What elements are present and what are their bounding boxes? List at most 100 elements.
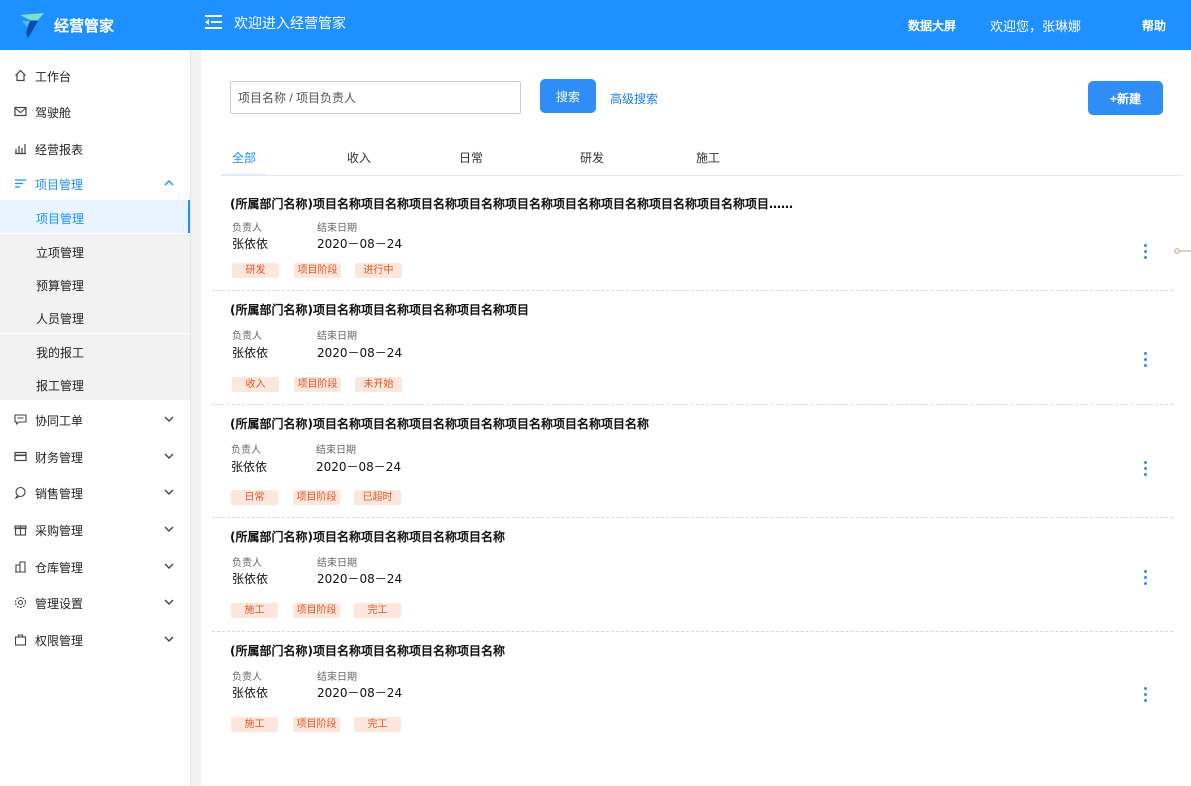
sidebar-subitem-my-reports[interactable]: 我的报工 xyxy=(0,334,190,367)
more-actions-icon[interactable] xyxy=(1142,352,1148,370)
page-welcome-title: 欢迎进入经营管家 xyxy=(234,16,346,32)
project-title[interactable]: (所属部门名称)项目名称项目名称项目名称项目名称 xyxy=(230,528,505,545)
status-tag: 进行中 xyxy=(355,263,402,278)
chevron-up-icon[interactable] xyxy=(163,178,175,188)
stage-tag: 项目阶段 xyxy=(294,377,341,392)
sidebar-item-label: 销售管理 xyxy=(35,487,84,501)
sidebar-item-workbench[interactable]: 工作台 xyxy=(0,58,190,92)
chevron-down-icon[interactable] xyxy=(163,451,175,461)
chevron-down-icon[interactable] xyxy=(163,597,175,607)
user-greeting[interactable]: 欢迎您，张琳娜 xyxy=(990,16,1081,35)
bar-chart-icon xyxy=(15,144,26,155)
chevron-down-icon[interactable] xyxy=(163,634,175,644)
category-tag: 施工 xyxy=(231,603,278,618)
sidebar-subitem-project-management[interactable]: 项目管理 xyxy=(0,200,190,233)
sidebar-item-label: 驾驶舱 xyxy=(35,106,72,120)
menu-collapse-icon[interactable] xyxy=(203,12,223,32)
owner-label: 负责人 xyxy=(232,672,262,683)
chat-icon xyxy=(14,486,26,499)
sidebar-subitem-budget[interactable]: 预算管理 xyxy=(0,267,190,300)
project-title[interactable]: (所属部门名称)项目名称项目名称项目名称项目名称项目名称项目名称项目名称 xyxy=(230,415,649,432)
sidebar-item-label: 经营报表 xyxy=(35,143,84,157)
top-header: 经营管家 欢迎进入经营管家 数据大屏 欢迎您，张琳娜 帮助 xyxy=(0,0,1191,50)
app-name: 经营管家 xyxy=(54,16,115,35)
end-date-value: 2020－08－24 xyxy=(317,346,403,360)
owner-value: 张依依 xyxy=(232,686,269,700)
new-project-button[interactable]: +新建 xyxy=(1088,81,1163,115)
end-date-value: 2020－08－24 xyxy=(317,237,403,251)
end-date-value: 2020－08－24 xyxy=(316,460,402,474)
sidebar-subitem-label: 报工管理 xyxy=(36,379,85,393)
sidebar-subitem-label: 人员管理 xyxy=(36,312,85,326)
sidebar-item-warehouse[interactable]: 仓库管理 xyxy=(0,549,190,583)
project-card[interactable]: (所属部门名称)项目名称项目名称项目名称项目名称 负责人 结束日期 张依依 20… xyxy=(212,518,1173,632)
sidebar-item-label: 财务管理 xyxy=(35,451,84,465)
chevron-down-icon[interactable] xyxy=(163,524,175,534)
search-button[interactable]: 搜索 xyxy=(540,79,596,113)
logo-icon xyxy=(20,13,44,38)
chevron-down-icon[interactable] xyxy=(163,561,175,571)
sidebar-subitem-label: 我的报工 xyxy=(36,346,85,360)
sidebar-item-label: 项目管理 xyxy=(35,178,84,192)
sidebar-subitem-project-initiation[interactable]: 立项管理 xyxy=(0,234,190,267)
more-actions-icon[interactable] xyxy=(1142,687,1148,705)
chevron-down-icon[interactable] xyxy=(163,487,175,497)
status-tag: 已超时 xyxy=(354,490,401,505)
tab-daily[interactable]: 日常 xyxy=(459,149,483,166)
end-date-label: 结束日期 xyxy=(316,445,356,456)
active-tab-indicator xyxy=(222,174,266,176)
more-actions-icon[interactable] xyxy=(1142,244,1148,262)
project-card[interactable]: (所属部门名称)项目名称项目名称项目名称项目名称项目名称项目名称项目名称项目名称… xyxy=(212,177,1173,291)
sidebar-item-project-management[interactable]: 项目管理 xyxy=(0,166,190,200)
sidebar-item-purchasing[interactable]: 采购管理 xyxy=(0,512,190,546)
sidebar-item-sales[interactable]: 销售管理 xyxy=(0,475,190,509)
tab-all[interactable]: 全部 xyxy=(232,149,256,166)
sidebar-subitem-label: 立项管理 xyxy=(36,246,85,260)
sidebar-subitem-personnel[interactable]: 人员管理 xyxy=(0,300,190,333)
data-screen-link[interactable]: 数据大屏 xyxy=(908,17,956,34)
sidebar-item-permissions[interactable]: 权限管理 xyxy=(0,622,190,656)
app-logo[interactable]: 经营管家 xyxy=(18,10,114,40)
drag-handle-icon[interactable] xyxy=(1174,245,1191,257)
end-date-label: 结束日期 xyxy=(317,223,357,234)
project-card[interactable]: (所属部门名称)项目名称项目名称项目名称项目名称 负责人 结束日期 张依依 20… xyxy=(212,632,1173,746)
project-title[interactable]: (所属部门名称)项目名称项目名称项目名称项目名称项目名称项目名称项目名称项目名称… xyxy=(230,195,793,212)
sidebar-item-cockpit[interactable]: 驾驶舱 xyxy=(0,94,190,128)
tab-income[interactable]: 收入 xyxy=(347,149,371,166)
message-icon xyxy=(14,414,27,426)
sidebar-item-work-orders[interactable]: 协同工单 xyxy=(0,402,190,436)
sidebar-subitem-label: 项目管理 xyxy=(36,212,85,226)
tab-construction[interactable]: 施工 xyxy=(696,149,720,166)
advanced-search-link[interactable]: 高级搜索 xyxy=(610,90,658,107)
search-input[interactable] xyxy=(230,81,521,114)
end-date-label: 结束日期 xyxy=(317,331,357,342)
status-tag: 未开始 xyxy=(355,377,402,392)
chevron-down-icon[interactable] xyxy=(163,414,175,424)
owner-label: 负责人 xyxy=(232,331,262,342)
sidebar-item-label: 协同工单 xyxy=(35,414,84,428)
owner-label: 负责人 xyxy=(232,558,262,569)
owner-value: 张依依 xyxy=(232,572,269,586)
sidebar-subitem-label: 预算管理 xyxy=(36,279,85,293)
sidebar-item-finance[interactable]: 财务管理 xyxy=(0,439,190,473)
more-actions-icon[interactable] xyxy=(1142,570,1148,588)
more-actions-icon[interactable] xyxy=(1142,461,1148,479)
sidebar-item-settings[interactable]: 管理设置 xyxy=(0,585,190,619)
help-link[interactable]: 帮助 xyxy=(1142,17,1166,34)
owner-label: 负责人 xyxy=(231,445,261,456)
warehouse-icon xyxy=(15,561,26,573)
category-tag: 收入 xyxy=(232,377,279,392)
project-card[interactable]: (所属部门名称)项目名称项目名称项目名称项目名称项目 负责人 结束日期 张依依 … xyxy=(212,291,1173,405)
gear-icon xyxy=(14,596,27,609)
sidebar-item-label: 仓库管理 xyxy=(35,561,84,575)
project-card[interactable]: (所属部门名称)项目名称项目名称项目名称项目名称项目名称项目名称项目名称 负责人… xyxy=(212,405,1173,518)
sidebar-item-reports[interactable]: 经营报表 xyxy=(0,131,190,165)
project-title[interactable]: (所属部门名称)项目名称项目名称项目名称项目名称项目 xyxy=(230,301,529,318)
tab-rnd[interactable]: 研发 xyxy=(580,149,604,166)
end-date-label: 结束日期 xyxy=(317,558,357,569)
project-title[interactable]: (所属部门名称)项目名称项目名称项目名称项目名称 xyxy=(230,642,505,659)
mail-icon xyxy=(14,106,27,117)
sidebar-subitem-report-management[interactable]: 报工管理 xyxy=(0,367,190,400)
stage-tag: 项目阶段 xyxy=(293,490,340,505)
category-tag: 研发 xyxy=(232,263,279,278)
